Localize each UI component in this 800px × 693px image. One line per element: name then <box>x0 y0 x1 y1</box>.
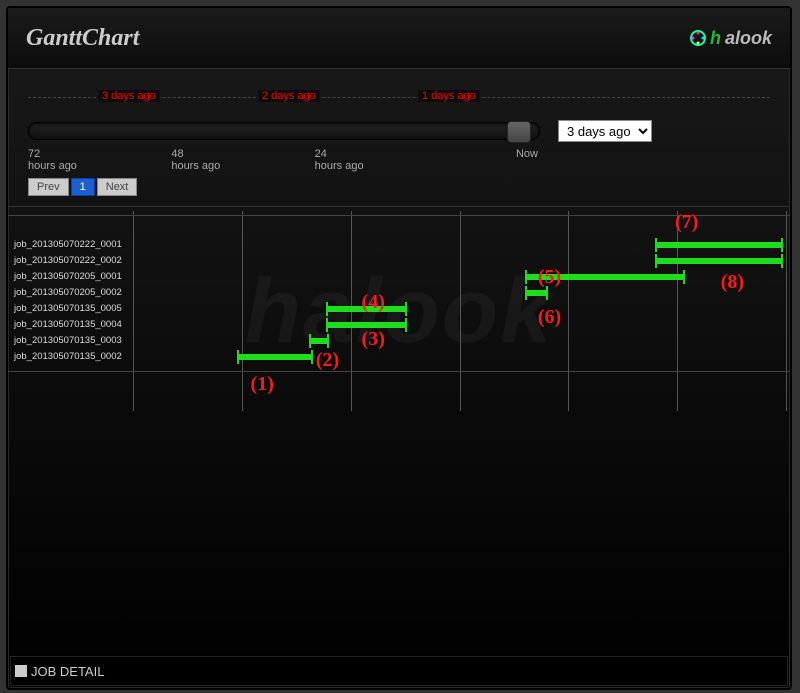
job-detail-label: JOB DETAIL <box>31 664 104 679</box>
logo-text-h: h <box>710 28 721 49</box>
gantt-bar[interactable] <box>309 338 329 344</box>
scale-labels: 72hours ago 48hours ago 24hours ago Now <box>28 148 538 172</box>
job-label: job_201305070205_0002 <box>14 285 122 301</box>
logo-text-rest: alook <box>725 28 772 49</box>
annotation: (4) <box>362 291 385 314</box>
app-header: GanttChart halook <box>8 8 790 69</box>
brand-logo: halook <box>690 28 772 49</box>
logo-swirl-icon <box>690 30 706 46</box>
job-labels: job_201305070222_0001job_201305070222_00… <box>14 237 122 365</box>
page-title: GanttChart <box>26 25 139 52</box>
slider-handle[interactable] <box>507 121 531 143</box>
time-controls: 3 days ago 2 days ago 1 days ago 3 days … <box>8 69 790 207</box>
job-label: job_201305070135_0003 <box>14 333 122 349</box>
page-1-button[interactable]: 1 <box>71 178 95 196</box>
next-button[interactable]: Next <box>97 178 138 196</box>
prev-button[interactable]: Prev <box>28 178 69 196</box>
gantt-bar[interactable] <box>655 258 782 264</box>
annotation: (6) <box>538 306 561 329</box>
job-label: job_201305070222_0002 <box>14 253 122 269</box>
job-label: job_201305070205_0001 <box>14 269 122 285</box>
job-label: job_201305070135_0002 <box>14 349 122 365</box>
range-select[interactable]: 3 days ago <box>558 120 652 142</box>
gantt-bar[interactable] <box>655 242 782 248</box>
gantt-chart: halook job_201305070222_0001job_20130507… <box>8 211 790 411</box>
job-label: job_201305070135_0005 <box>14 301 122 317</box>
tick-1d: 1 days ago <box>418 90 480 102</box>
annotation: (8) <box>721 271 744 294</box>
annotation: (5) <box>538 266 561 289</box>
job-detail-panel[interactable]: JOB DETAIL <box>10 656 788 686</box>
annotation: (1) <box>251 373 274 396</box>
tick-3d: 3 days ago <box>98 90 160 102</box>
tick-labels: 3 days ago 2 days ago 1 days ago <box>28 97 770 114</box>
tick-2d: 2 days ago <box>258 90 320 102</box>
annotation: (2) <box>316 349 339 372</box>
collapse-icon[interactable] <box>15 665 27 677</box>
gantt-bar[interactable] <box>525 290 548 296</box>
annotation: (3) <box>362 328 385 351</box>
pager: Prev 1 Next <box>28 178 770 196</box>
gantt-bar[interactable] <box>237 354 312 360</box>
job-label: job_201305070222_0001 <box>14 237 122 253</box>
annotation: (7) <box>675 211 698 234</box>
time-slider[interactable] <box>28 122 540 140</box>
job-label: job_201305070135_0004 <box>14 317 122 333</box>
